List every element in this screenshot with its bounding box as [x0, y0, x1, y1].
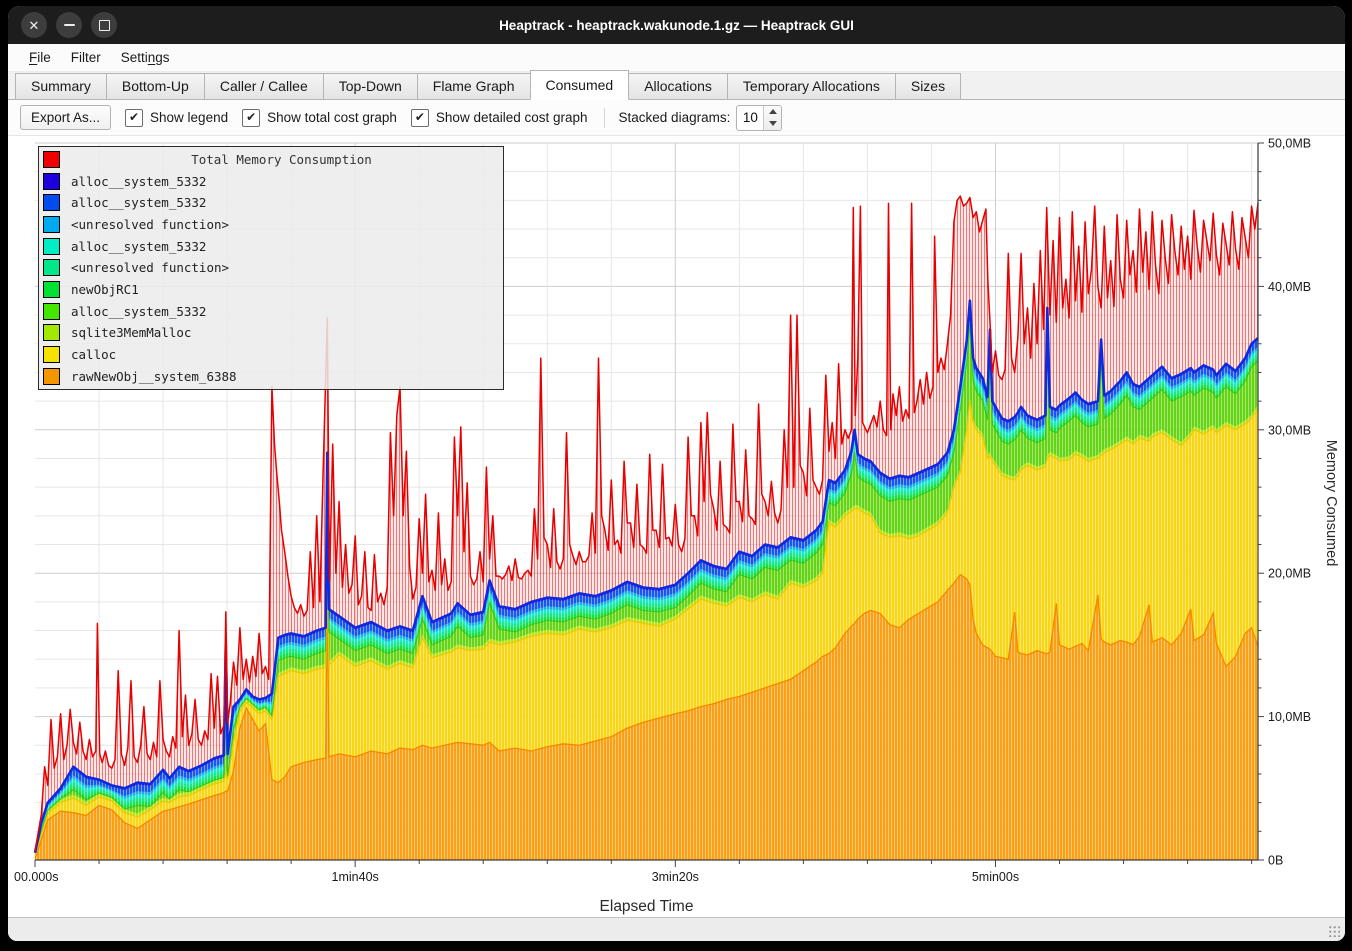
legend-title-row: Total Memory Consumption [39, 150, 503, 170]
titlebar: ✕ Heaptrack - heaptrack.wakunode.1.gz — … [8, 6, 1345, 44]
statusbar [8, 917, 1345, 941]
chevron-up-icon [769, 109, 777, 114]
tab-top-down[interactable]: Top-Down [323, 73, 417, 100]
x-tick-label: 1min40s [332, 870, 379, 884]
chart-legend: Total Memory Consumption alloc__system_53… [38, 146, 504, 390]
legend-swatch [43, 238, 60, 255]
close-button[interactable]: ✕ [21, 12, 47, 38]
legend-item: alloc__system_5332 [39, 301, 503, 321]
legend-label: alloc__system_5332 [71, 304, 206, 319]
tab-consumed[interactable]: Consumed [530, 70, 630, 100]
toolbar: Export As... ✔ Show legend ✔ Show total … [8, 100, 1345, 135]
x-tick-label: 5min00s [972, 870, 1019, 884]
legend-swatch [43, 324, 60, 341]
legend-item: rawNewObj__system_6388 [39, 366, 503, 386]
menu-settings[interactable]: Settings [112, 47, 179, 68]
tab-summary[interactable]: Summary [15, 73, 106, 100]
tabbar: SummaryBottom-UpCaller / CalleeTop-DownF… [8, 72, 1345, 100]
tab-caller-callee[interactable]: Caller / Callee [204, 73, 323, 100]
y-tick-label: 40,0MB [1268, 280, 1311, 294]
maximize-icon [99, 20, 110, 31]
checkmark-icon: ✔ [246, 110, 256, 124]
spinner-down-button[interactable] [764, 118, 781, 130]
legend-label: <unresolved function> [71, 260, 229, 275]
spinner-up-button[interactable] [764, 106, 781, 118]
menu-file[interactable]: File [20, 47, 60, 68]
show-total-cost-checkbox[interactable]: ✔ Show total cost graph [242, 109, 397, 127]
export-as-button[interactable]: Export As... [20, 105, 111, 130]
menu-filter[interactable]: Filter [62, 47, 110, 68]
x-tick-label: 00.000s [14, 870, 58, 884]
y-tick-label: 50,0MB [1268, 137, 1311, 151]
spinner-value[interactable]: 10 [737, 106, 763, 130]
checkbox-box[interactable]: ✔ [411, 109, 429, 127]
legend-item: calloc [39, 345, 503, 365]
close-icon: ✕ [29, 19, 40, 32]
legend-item: newObjRC1 [39, 280, 503, 300]
minimize-button[interactable] [56, 12, 82, 38]
legend-item: alloc__system_5332 [39, 236, 503, 256]
tab-temporary-allocations[interactable]: Temporary Allocations [727, 73, 895, 100]
y-tick-label: 10,0MB [1268, 710, 1311, 724]
legend-label: alloc__system_5332 [71, 239, 206, 254]
resize-grip[interactable] [1327, 924, 1340, 937]
legend-swatch [43, 194, 60, 211]
tab-bottom-up[interactable]: Bottom-Up [106, 73, 204, 100]
chevron-down-icon [769, 121, 777, 126]
tab-sizes[interactable]: Sizes [895, 73, 961, 100]
tab-flame-graph[interactable]: Flame Graph [417, 73, 530, 100]
legend-swatch [43, 281, 60, 298]
legend-label: sqlite3MemMalloc [71, 325, 191, 340]
toolbar-separator [604, 108, 605, 128]
legend-swatch [43, 173, 60, 190]
checkbox-label: Show legend [150, 110, 228, 125]
legend-item: <unresolved function> [39, 215, 503, 235]
legend-swatch [43, 151, 60, 168]
y-tick-label: 30,0MB [1268, 423, 1311, 437]
y-tick-label: 0B [1268, 854, 1283, 868]
checkbox-label: Show total cost graph [267, 110, 397, 125]
legend-label: alloc__system_5332 [71, 174, 206, 189]
show-detailed-cost-checkbox[interactable]: ✔ Show detailed cost graph [411, 109, 588, 127]
window-title: Heaptrack - heaptrack.wakunode.1.gz — He… [8, 18, 1345, 33]
legend-swatch [43, 303, 60, 320]
legend-label: Total Memory Consumption [60, 152, 503, 167]
consumed-tab-content: 00.000s 1min40s 3min20s 5min00s 0B 10,0MB 20,0… [8, 135, 1345, 917]
x-tick-label: 3min20s [652, 870, 699, 884]
legend-label: newObjRC1 [71, 282, 139, 297]
checkbox-box[interactable]: ✔ [125, 109, 143, 127]
legend-item: sqlite3MemMalloc [39, 323, 503, 343]
minimize-icon [64, 24, 75, 26]
menubar: FileFilterSettings [8, 44, 1345, 72]
legend-label: calloc [71, 347, 116, 362]
legend-label: rawNewObj__system_6388 [71, 369, 237, 384]
stacked-diagrams-label: Stacked diagrams: [619, 110, 731, 125]
y-tick-label: 20,0MB [1268, 567, 1311, 581]
legend-label: <unresolved function> [71, 217, 229, 232]
legend-label: alloc__system_5332 [71, 195, 206, 210]
stacked-diagrams-spinner[interactable]: 10 [736, 105, 782, 131]
show-legend-checkbox[interactable]: ✔ Show legend [125, 109, 228, 127]
checkbox-label: Show detailed cost graph [436, 110, 588, 125]
app-window: ✕ Heaptrack - heaptrack.wakunode.1.gz — … [8, 6, 1345, 941]
legend-swatch [43, 368, 60, 385]
checkmark-icon: ✔ [129, 110, 139, 124]
x-axis-title: Elapsed Time [600, 898, 694, 915]
maximize-button[interactable] [91, 12, 117, 38]
window-controls: ✕ [21, 12, 117, 38]
legend-swatch [43, 216, 60, 233]
legend-swatch [43, 259, 60, 276]
legend-swatch [43, 346, 60, 363]
legend-item: alloc__system_5332 [39, 171, 503, 191]
checkmark-icon: ✔ [415, 110, 425, 124]
checkbox-box[interactable]: ✔ [242, 109, 260, 127]
legend-item: alloc__system_5332 [39, 193, 503, 213]
tab-allocations[interactable]: Allocations [629, 73, 727, 100]
y-axis-title: Memory Consumed [1323, 440, 1339, 567]
legend-item: <unresolved function> [39, 258, 503, 278]
